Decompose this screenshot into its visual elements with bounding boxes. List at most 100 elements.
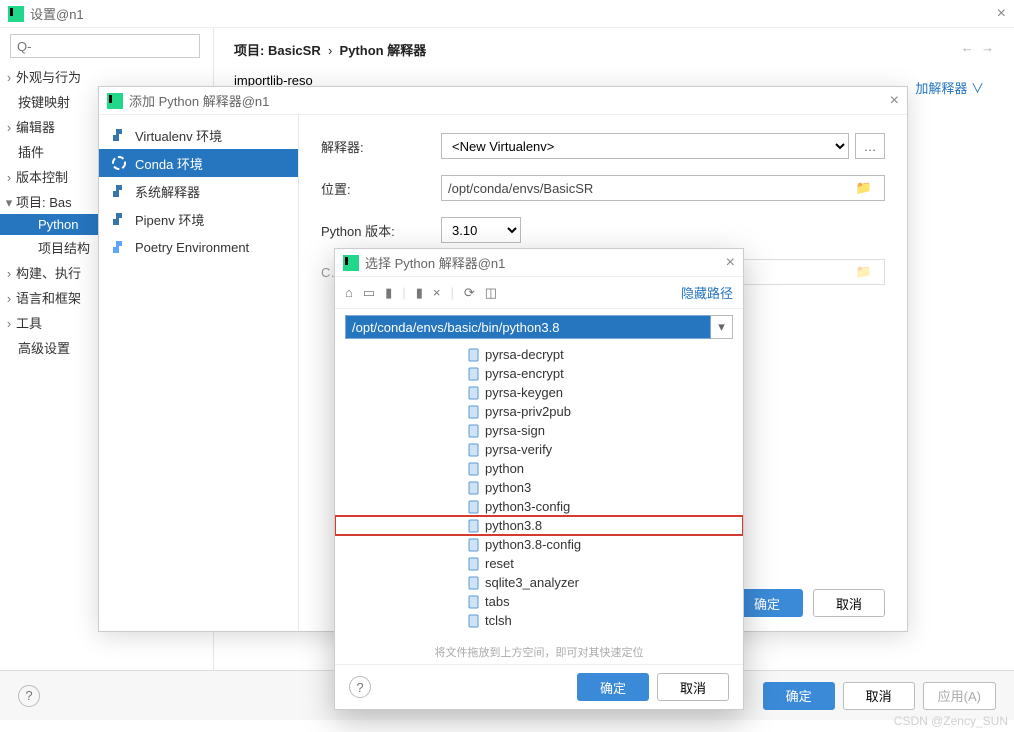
- chevron-icon[interactable]: ›: [4, 70, 14, 85]
- file-item[interactable]: pyrsa-verify: [463, 440, 743, 459]
- add-interpreter-titlebar: 添加 Python 解释器@n1 ×: [99, 87, 907, 115]
- file-item[interactable]: python: [463, 459, 743, 478]
- file-name: sqlite3_analyzer: [485, 575, 579, 590]
- add-cancel-button[interactable]: 取消: [813, 589, 885, 617]
- file-icon: [467, 538, 481, 552]
- file-list[interactable]: pyrsa-decrypt pyrsa-encrypt pyrsa-keygen py…: [335, 345, 743, 640]
- file-icon: [467, 424, 481, 438]
- file-item[interactable]: reset: [463, 554, 743, 573]
- file-chooser-dialog: 选择 Python 解释器@n1 × ⌂ ▭ ▮ | ▮ × | ⟳ ◫ 隐藏路…: [334, 248, 744, 710]
- interpreter-select[interactable]: <New Virtualenv>: [441, 133, 849, 159]
- file-name: pyrsa-decrypt: [485, 347, 564, 362]
- help-icon[interactable]: ?: [349, 676, 371, 698]
- folder-icon[interactable]: 📁: [850, 180, 878, 196]
- conda-icon: [111, 155, 127, 171]
- new-folder-icon[interactable]: ▮: [416, 285, 423, 301]
- file-item[interactable]: python3.8-config: [463, 535, 743, 554]
- file-name: pyrsa-verify: [485, 442, 552, 457]
- file-item[interactable]: tclsh: [463, 611, 743, 630]
- pycharm-icon: [343, 255, 359, 271]
- file-name: pyrsa-encrypt: [485, 366, 564, 381]
- file-item[interactable]: python3.8: [335, 516, 743, 535]
- project-icon[interactable]: ▮: [385, 285, 392, 301]
- env-type-item[interactable]: Poetry Environment: [99, 233, 298, 261]
- refresh-icon[interactable]: ⟳: [464, 285, 475, 301]
- file-item[interactable]: tabs: [463, 592, 743, 611]
- settings-title: 设置@n1: [30, 4, 84, 23]
- env-type-item[interactable]: Virtualenv 环境: [99, 121, 298, 149]
- env-type-label: Conda 环境: [135, 154, 203, 173]
- file-name: pyrsa-keygen: [485, 385, 563, 400]
- file-name: python3: [485, 480, 531, 495]
- file-name: pyrsa-sign: [485, 423, 545, 438]
- env-type-label: Virtualenv 环境: [135, 126, 222, 145]
- python-icon: [111, 211, 127, 227]
- chevron-icon[interactable]: ›: [4, 170, 14, 185]
- path-input[interactable]: [345, 315, 711, 339]
- drop-hint: 将文件拖放到上方空间，即可对其快速定位: [335, 640, 743, 664]
- watermark: CSDN @Zency_SUN: [894, 714, 1008, 728]
- env-type-item[interactable]: Conda 环境: [99, 149, 298, 177]
- add-interpreter-link[interactable]: 加解释器 ∨: [915, 78, 984, 97]
- tree-item-label: 构建、执行: [16, 266, 81, 281]
- help-icon[interactable]: ?: [18, 685, 40, 707]
- path-dropdown-icon[interactable]: ▾: [711, 315, 733, 339]
- close-icon[interactable]: ×: [997, 6, 1006, 22]
- env-type-label: Pipenv 环境: [135, 210, 204, 229]
- chevron-icon[interactable]: ›: [4, 120, 14, 135]
- pycharm-icon: [8, 6, 24, 22]
- folder-icon[interactable]: 📁: [850, 264, 878, 280]
- file-name: python: [485, 461, 524, 476]
- show-hidden-icon[interactable]: ◫: [485, 285, 497, 301]
- file-item[interactable]: pyrsa-sign: [463, 421, 743, 440]
- chooser-cancel-button[interactable]: 取消: [657, 673, 729, 701]
- settings-search-input[interactable]: [10, 34, 200, 58]
- file-icon: [467, 557, 481, 571]
- file-icon: [467, 386, 481, 400]
- file-item[interactable]: pyrsa-priv2pub: [463, 402, 743, 421]
- file-icon: [467, 367, 481, 381]
- file-item[interactable]: pyrsa-keygen: [463, 383, 743, 402]
- delete-icon[interactable]: ×: [433, 285, 441, 300]
- settings-apply-button[interactable]: 应用(A): [923, 682, 996, 710]
- env-type-list: Virtualenv 环境 Conda 环境系统解释器 Pipenv 环境 Poetr…: [99, 115, 299, 631]
- browse-button[interactable]: …: [855, 133, 885, 159]
- desktop-icon[interactable]: ▭: [363, 285, 375, 301]
- close-icon[interactable]: ×: [890, 93, 899, 109]
- env-type-item[interactable]: 系统解释器: [99, 177, 298, 205]
- nav-arrows[interactable]: ← →: [961, 40, 994, 55]
- tree-item-label: 插件: [18, 145, 44, 160]
- file-icon: [467, 443, 481, 457]
- home-icon[interactable]: ⌂: [345, 285, 353, 300]
- env-type-item[interactable]: Pipenv 环境: [99, 205, 298, 233]
- python-icon: [111, 239, 127, 255]
- python-icon: [111, 183, 127, 199]
- file-name: tclsh: [485, 613, 512, 628]
- settings-cancel-button[interactable]: 取消: [843, 682, 915, 710]
- file-item[interactable]: pyrsa-decrypt: [463, 345, 743, 364]
- file-item[interactable]: python3: [463, 478, 743, 497]
- chevron-icon[interactable]: ›: [4, 266, 14, 281]
- file-item[interactable]: pyrsa-encrypt: [463, 364, 743, 383]
- breadcrumb: 项目: BasicSR › Python 解释器: [234, 40, 994, 59]
- file-chooser-toolbar: ⌂ ▭ ▮ | ▮ × | ⟳ ◫ 隐藏路径: [335, 277, 743, 309]
- python-version-select[interactable]: 3.10: [441, 217, 521, 243]
- pycharm-icon: [107, 93, 123, 109]
- chevron-icon[interactable]: ›: [4, 291, 14, 306]
- chooser-ok-button[interactable]: 确定: [577, 673, 649, 701]
- location-field[interactable]: /opt/conda/envs/BasicSR 📁: [441, 175, 885, 201]
- tree-item-label: 按键映射: [18, 95, 70, 110]
- file-icon: [467, 576, 481, 590]
- file-name: python3-config: [485, 499, 570, 514]
- chevron-icon[interactable]: ▾: [4, 195, 14, 211]
- file-item[interactable]: sqlite3_analyzer: [463, 573, 743, 592]
- close-icon[interactable]: ×: [726, 255, 735, 271]
- hide-path-link[interactable]: 隐藏路径: [681, 283, 733, 302]
- file-name: reset: [485, 556, 514, 571]
- file-icon: [467, 405, 481, 419]
- chevron-icon[interactable]: ›: [4, 316, 14, 331]
- file-icon: [467, 595, 481, 609]
- settings-ok-button[interactable]: 确定: [763, 682, 835, 710]
- file-item[interactable]: python3-config: [463, 497, 743, 516]
- location-label: 位置:: [321, 179, 441, 198]
